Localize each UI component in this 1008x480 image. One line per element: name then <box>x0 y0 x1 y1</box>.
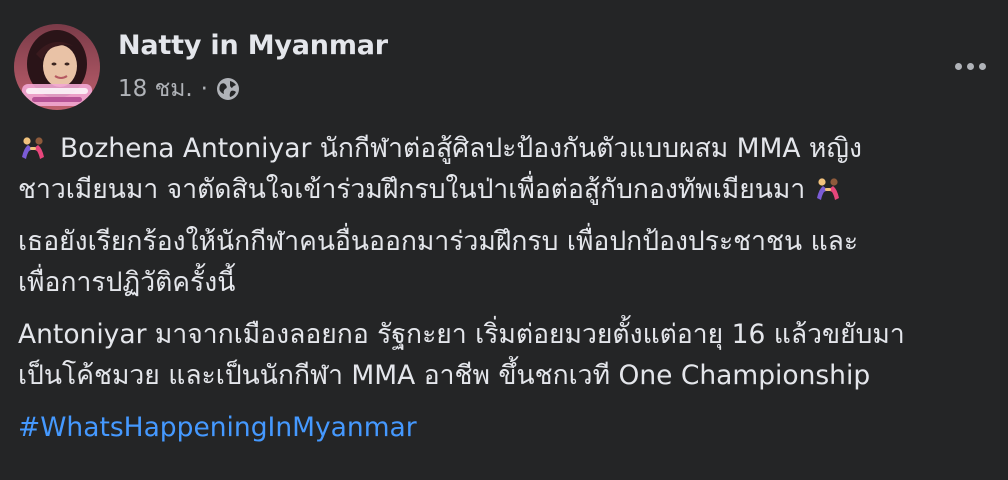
post-paragraph: #WhatsHappeningInMyanmar <box>18 407 988 448</box>
post-line: เธอยังเรียกร้องให้นักกีฬาคนอื่นออกมาร่วม… <box>18 226 859 257</box>
more-options-icon[interactable] <box>944 48 996 84</box>
author-name[interactable]: Natty in Myanmar <box>118 30 388 61</box>
post-line: เพื่อการปฏิวัติครั้งนี้ <box>18 267 236 298</box>
post-line: Bozhena Antoniyar นักกีฬาต่อสู้ศิลปะป้อง… <box>18 128 988 169</box>
post-line-text: Bozhena Antoniyar นักกีฬาต่อสู้ศิลปะป้อง… <box>60 133 862 164</box>
post-timestamp[interactable]: 18 ชม. <box>118 71 193 107</box>
post-line-text: ชาวเมียนมา จาตัดสินใจเข้าร่วมฝึกรบในป่าเ… <box>18 174 806 205</box>
post-line: เป็นโค้ชมวย และเป็นนักกีฬา MMA อาชีพ ขึ้… <box>18 360 871 391</box>
post-meta: 18 ชม. · <box>118 74 241 104</box>
wrestlers-emoji <box>18 132 48 159</box>
meta-separator: · <box>200 76 208 102</box>
post-paragraph: Bozhena Antoniyar นักกีฬาต่อสู้ศิลปะป้อง… <box>18 128 988 210</box>
post-line: ชาวเมียนมา จาตัดสินใจเข้าร่วมฝึกรบในป่าเ… <box>18 169 988 210</box>
more-dot <box>966 62 974 70</box>
post-paragraph: Antoniyar มาจากเมืองลอยกอ รัฐกะยา เริ่มต… <box>18 314 988 396</box>
post-paragraph: เธอยังเรียกร้องให้นักกีฬาคนอื่นออกมาร่วม… <box>18 221 988 303</box>
author-avatar[interactable] <box>14 24 100 110</box>
hashtag-link[interactable]: #WhatsHappeningInMyanmar <box>18 412 417 443</box>
post-text: Bozhena Antoniyar นักกีฬาต่อสู้ศิลปะป้อง… <box>18 128 988 459</box>
avatar-image <box>14 24 100 110</box>
globe-icon[interactable] <box>215 76 241 102</box>
facebook-post: Natty in Myanmar 18 ชม. · Bozhena Antoni… <box>0 0 1008 480</box>
more-dot <box>978 62 986 70</box>
wrestlers-emoji <box>813 173 843 200</box>
post-line: Antoniyar มาจากเมืองลอยกอ รัฐกะยา เริ่มต… <box>18 319 905 350</box>
more-dot <box>954 62 962 70</box>
